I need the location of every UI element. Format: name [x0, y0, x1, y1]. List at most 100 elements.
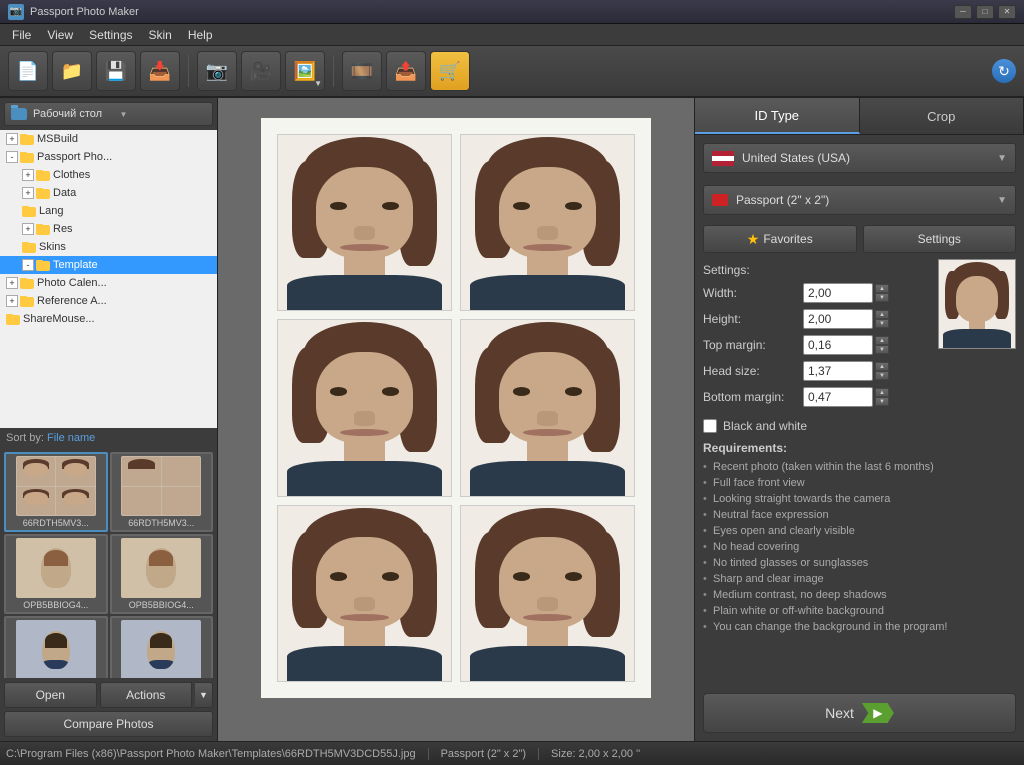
edit-button[interactable]: 🖼️▼ — [285, 51, 325, 91]
country-label: United States (USA) — [742, 151, 997, 165]
req-item-3: Neutral face expression — [703, 507, 1016, 523]
top-margin-down[interactable]: ▼ — [875, 345, 889, 354]
tree-item-reference[interactable]: + Reference A... — [0, 292, 217, 310]
country-selector[interactable]: United States (USA) ▼ — [703, 143, 1016, 173]
tree-label-sharemouse: ShareMouse... — [23, 313, 95, 325]
tree-item-sharemouse[interactable]: ShareMouse... — [0, 310, 217, 328]
tree-item-data[interactable]: + Data — [0, 184, 217, 202]
camera-button[interactable]: 📷 — [197, 51, 237, 91]
tree-expand-reference[interactable]: + — [6, 295, 18, 307]
menu-settings[interactable]: Settings — [81, 26, 140, 44]
next-button[interactable]: Next ▶ — [703, 693, 1016, 733]
tab-crop[interactable]: Crop — [860, 98, 1024, 134]
tree-expand-passport[interactable]: - — [6, 151, 18, 163]
top-margin-input[interactable] — [803, 335, 873, 355]
tree-expand-templates[interactable]: - — [22, 259, 34, 271]
bottom-margin-input[interactable] — [803, 387, 873, 407]
bottom-margin-spinner: ▲ ▼ — [875, 388, 889, 406]
top-margin-row: Top margin: ▲ ▼ — [703, 333, 922, 357]
tree-expand-photocal[interactable]: + — [6, 277, 18, 289]
tree-label-clothes: Clothes — [53, 169, 90, 181]
tree-expand-res[interactable]: + — [22, 223, 34, 235]
tree-label-lang: Lang — [39, 205, 63, 217]
new-button[interactable]: 📄 — [8, 51, 48, 91]
order-button[interactable]: 🛒 — [430, 51, 470, 91]
open-button[interactable]: 📁 — [52, 51, 92, 91]
passport-type-selector[interactable]: Passport (2" x 2") ▼ — [703, 185, 1016, 215]
bottom-margin-input-wrap: ▲ ▼ — [803, 387, 922, 407]
thumbnail-item-3[interactable]: OPB5BBIOG4... — [110, 534, 214, 614]
refresh-button[interactable]: ↻ — [992, 59, 1016, 83]
bw-checkbox[interactable] — [703, 419, 717, 433]
menu-skin[interactable]: Skin — [141, 26, 180, 44]
tree-item-clothes[interactable]: + Clothes — [0, 166, 217, 184]
thumbnail-item-1[interactable]: 66RDTH5MV3... — [110, 452, 214, 532]
tree-item-res[interactable]: + Res — [0, 220, 217, 238]
width-input[interactable] — [803, 283, 873, 303]
compare-photos-button[interactable]: Compare Photos — [4, 711, 213, 737]
req-item-2: Looking straight towards the camera — [703, 491, 1016, 507]
thumbnail-item-2[interactable]: OPB5BBIOG4... — [4, 534, 108, 614]
tree-expand-clothes[interactable]: + — [22, 169, 34, 181]
actions-button[interactable]: Actions — [100, 682, 193, 708]
folder-dropdown-arrow: ▼ — [120, 110, 207, 119]
head-size-up[interactable]: ▲ — [875, 362, 889, 371]
save-button[interactable]: 💾 — [96, 51, 136, 91]
tree-item-msbuild[interactable]: + MSBuild — [0, 130, 217, 148]
width-up[interactable]: ▲ — [875, 284, 889, 293]
menu-view[interactable]: View — [39, 26, 81, 44]
passport-type-label: Passport (2" x 2") — [736, 193, 997, 207]
head-size-input-wrap: ▲ ▼ — [803, 361, 922, 381]
settings-section-label: Settings: — [703, 263, 922, 277]
height-up[interactable]: ▲ — [875, 310, 889, 319]
tree-item-lang[interactable]: Lang — [0, 202, 217, 220]
thumbnail-item-4[interactable]: PA36TOTT3N... — [4, 616, 108, 678]
head-size-down[interactable]: ▼ — [875, 371, 889, 380]
next-button-wrap: Next ▶ — [695, 685, 1024, 741]
export-button[interactable]: 📤 — [386, 51, 426, 91]
menu-file[interactable]: File — [4, 26, 39, 44]
tree-label-skins: Skins — [39, 241, 66, 253]
settings-preview-wrap: Settings: Width: ▲ ▼ Height: — [695, 259, 1024, 415]
close-button[interactable]: ✕ — [998, 5, 1016, 19]
req-item-4: Eyes open and clearly visible — [703, 523, 1016, 539]
thumbnail-item-0[interactable]: 66RDTH5MV3... — [4, 452, 108, 532]
bottom-margin-up[interactable]: ▲ — [875, 388, 889, 397]
tree-item-photocal[interactable]: + Photo Calen... — [0, 274, 217, 292]
tree-item-passport[interactable]: - Passport Pho... — [0, 148, 217, 166]
top-margin-up[interactable]: ▲ — [875, 336, 889, 345]
tree-expand-data[interactable]: + — [22, 187, 34, 199]
thumbnail-item-5[interactable]: PA36TOTT3N... — [110, 616, 214, 678]
minimize-button[interactable]: ─ — [954, 5, 972, 19]
left-panel: Рабочий стол ▼ + MSBuild - — [0, 98, 218, 741]
actions-arrow-button[interactable]: ▼ — [195, 682, 213, 708]
head-size-input[interactable] — [803, 361, 873, 381]
height-input[interactable] — [803, 309, 873, 329]
settings-button[interactable]: Settings — [863, 225, 1017, 253]
import-button[interactable]: 📥 — [140, 51, 180, 91]
tree-label-data: Data — [53, 187, 76, 199]
open-button[interactable]: Open — [4, 682, 97, 708]
file-tree[interactable]: + MSBuild - Passport Pho... + — [0, 130, 217, 428]
height-down[interactable]: ▼ — [875, 319, 889, 328]
restore-button[interactable]: □ — [976, 5, 994, 19]
tree-expand-msbuild[interactable]: + — [6, 133, 18, 145]
tab-id-type[interactable]: ID Type — [695, 98, 860, 134]
menu-help[interactable]: Help — [180, 26, 221, 44]
thumbnail-image-0 — [16, 456, 96, 516]
tree-item-templates[interactable]: - Template — [0, 256, 217, 274]
bottom-margin-down[interactable]: ▼ — [875, 397, 889, 406]
video-button[interactable]: 🎥 — [241, 51, 281, 91]
sort-label: Sort by: — [6, 432, 44, 444]
face-container-2 — [278, 320, 451, 495]
tree-item-skins[interactable]: Skins — [0, 238, 217, 256]
statusbar: C:\Program Files (x86)\Passport Photo Ma… — [0, 741, 1024, 765]
width-down[interactable]: ▼ — [875, 293, 889, 302]
face-container-4 — [278, 506, 451, 681]
sort-link[interactable]: File name — [47, 432, 95, 444]
film-button[interactable]: 🎞️ — [342, 51, 382, 91]
folder-dropdown[interactable]: Рабочий стол ▼ — [4, 102, 213, 126]
settings-section: Settings: Width: ▲ ▼ Height: — [695, 259, 930, 415]
requirements-list: Recent photo (taken within the last 6 mo… — [703, 459, 1016, 635]
favorites-button[interactable]: ★ Favorites — [703, 225, 857, 253]
